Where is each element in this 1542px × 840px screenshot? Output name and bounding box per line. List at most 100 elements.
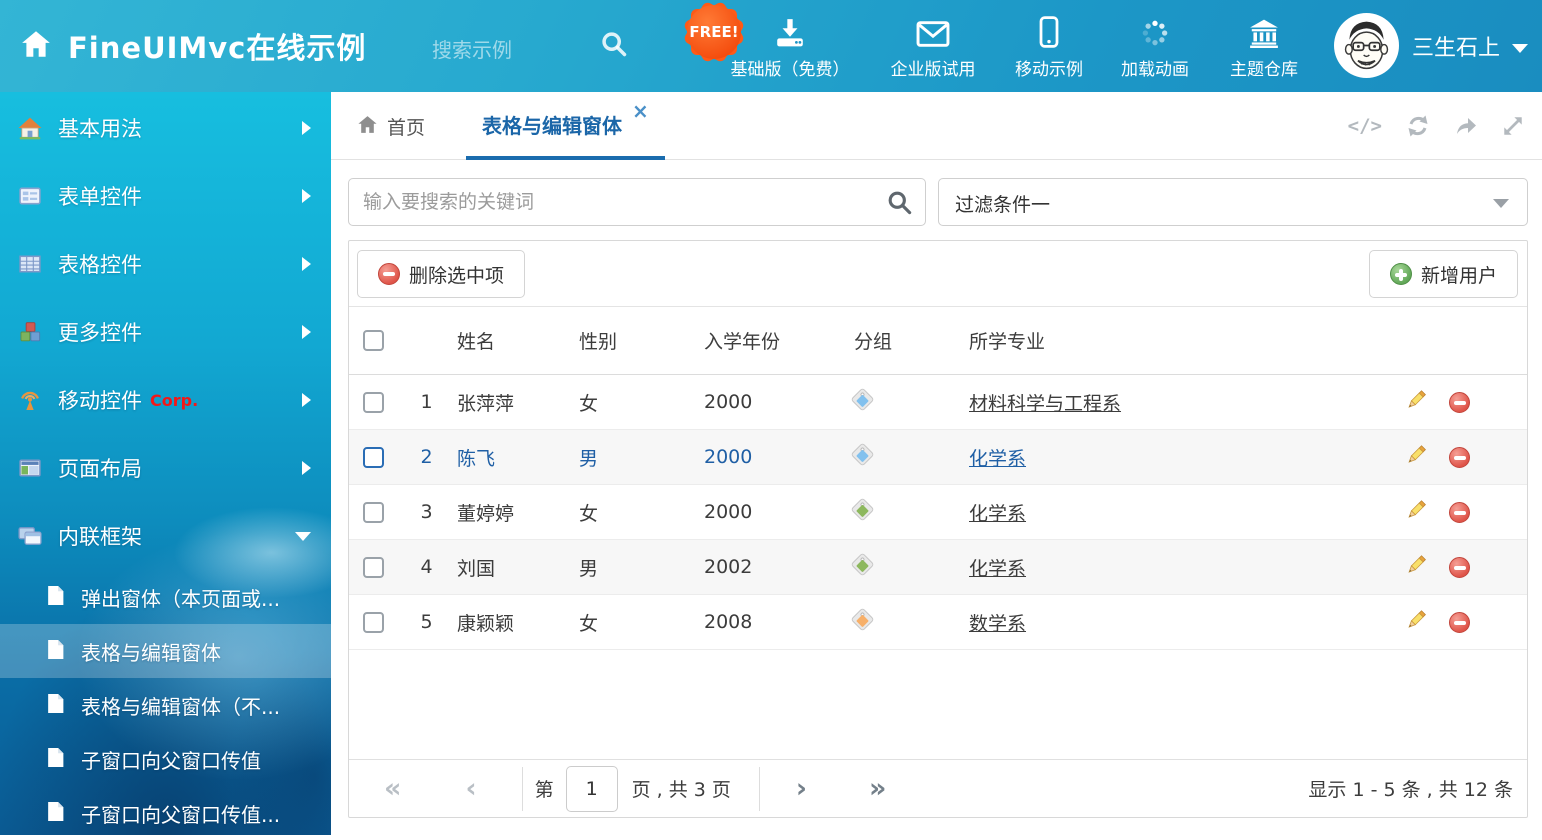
cell-year: 2000 bbox=[691, 391, 841, 413]
sidebar-item-label: 表单控件 bbox=[58, 181, 142, 211]
row-checkbox[interactable] bbox=[363, 557, 384, 578]
major-link[interactable]: 数学系 bbox=[969, 613, 1026, 635]
nav-theme-repo[interactable]: 主题仓库 bbox=[1184, 16, 1344, 80]
document-icon bbox=[46, 747, 65, 772]
home-icon[interactable] bbox=[20, 28, 52, 64]
nav-label: 加载动画 bbox=[1121, 55, 1189, 80]
row-checkbox[interactable] bbox=[363, 502, 384, 523]
document-icon bbox=[46, 585, 65, 610]
next-page-button[interactable]: › bbox=[796, 775, 807, 802]
user-avatar[interactable] bbox=[1334, 13, 1399, 78]
row-checkbox[interactable] bbox=[363, 392, 384, 413]
sidebar-item-form-controls[interactable]: 表单控件 bbox=[0, 162, 331, 230]
delete-selected-button[interactable]: 删除选中项 bbox=[357, 250, 525, 298]
sidebar-subitem-grid-edit-window[interactable]: 表格与编辑窗体 bbox=[0, 624, 331, 678]
cubes-icon bbox=[18, 321, 42, 343]
sidebar-item-label: 更多控件 bbox=[58, 317, 142, 347]
table-row[interactable]: 4 刘国 男 2002 化学系 bbox=[349, 540, 1527, 595]
edit-icon[interactable] bbox=[1405, 444, 1427, 471]
sidebar-item-mobile-controls[interactable]: 移动控件 Corp. bbox=[0, 366, 331, 434]
document-icon bbox=[46, 693, 65, 718]
table-header-row: 姓名 性别 入学年份 分组 所学专业 bbox=[349, 307, 1527, 375]
edit-icon[interactable] bbox=[1405, 609, 1427, 636]
house-icon bbox=[18, 116, 42, 140]
sidebar-item-label: 表格控件 bbox=[58, 249, 142, 279]
delete-icon[interactable] bbox=[1449, 612, 1470, 633]
expand-icon[interactable] bbox=[1502, 115, 1524, 137]
sidebar-item-iframe[interactable]: 内联框架 bbox=[0, 502, 331, 570]
record-count-summary: 显示 1 - 5 条 , 共 12 条 bbox=[1308, 775, 1513, 802]
sidebar-subitem-label: 子窗口向父窗口传值... bbox=[81, 799, 280, 828]
username: 三生石上 bbox=[1412, 30, 1500, 62]
user-menu[interactable]: 三生石上 bbox=[1412, 0, 1528, 92]
page-label-prefix: 第 bbox=[535, 775, 554, 802]
major-link[interactable]: 材料科学与工程系 bbox=[969, 393, 1121, 415]
corp-badge: Corp. bbox=[150, 391, 198, 410]
envelope-icon bbox=[916, 16, 950, 48]
edit-icon[interactable] bbox=[1405, 554, 1427, 581]
edit-icon[interactable] bbox=[1405, 499, 1427, 526]
tag-icon bbox=[850, 442, 874, 466]
delete-icon[interactable] bbox=[1449, 447, 1470, 468]
last-page-button[interactable]: » bbox=[869, 775, 884, 802]
header-search-icon[interactable] bbox=[600, 30, 628, 62]
table-row[interactable]: 3 董婷婷 女 2000 化学系 bbox=[349, 485, 1527, 540]
major-link[interactable]: 化学系 bbox=[969, 503, 1026, 525]
sidebar-subitem-grid-edit-window-2[interactable]: 表格与编辑窗体（不... bbox=[0, 678, 331, 732]
major-link[interactable]: 化学系 bbox=[969, 558, 1026, 580]
filter-dropdown[interactable]: 过滤条件一 bbox=[938, 178, 1528, 226]
major-link[interactable]: 化学系 bbox=[969, 448, 1026, 470]
page-number-input[interactable] bbox=[566, 766, 618, 812]
minus-circle-icon bbox=[378, 263, 400, 285]
cell-year: 2008 bbox=[691, 611, 841, 633]
cell-gender: 女 bbox=[566, 389, 691, 416]
delete-icon[interactable] bbox=[1449, 392, 1470, 413]
add-user-button[interactable]: 新增用户 bbox=[1369, 250, 1518, 298]
sidebar-item-basic-usage[interactable]: 基本用法 bbox=[0, 94, 331, 162]
delete-icon[interactable] bbox=[1449, 502, 1470, 523]
edit-icon[interactable] bbox=[1405, 389, 1427, 416]
table-row[interactable]: 5 康颖颖 女 2008 数学系 bbox=[349, 595, 1527, 650]
sidebar-item-page-layout[interactable]: 页面布局 bbox=[0, 434, 331, 502]
tab-tools: </> bbox=[1348, 92, 1524, 160]
keyword-search-input[interactable] bbox=[363, 179, 883, 225]
chevron-down-icon bbox=[1493, 199, 1509, 208]
top-header: FineUIMvc在线示例 搜索示例 FREE! 基础版（免费） 企业版试用 移… bbox=[0, 0, 1542, 92]
view-source-icon[interactable]: </> bbox=[1348, 115, 1382, 137]
share-icon[interactable] bbox=[1454, 114, 1478, 138]
row-number: 2 bbox=[409, 446, 444, 468]
sidebar-subitem-child-to-parent-2[interactable]: 子窗口向父窗口传值... bbox=[0, 786, 331, 840]
column-header-gender: 性别 bbox=[566, 327, 691, 354]
select-all-checkbox[interactable] bbox=[363, 330, 384, 351]
header-search-input[interactable]: 搜索示例 bbox=[432, 34, 512, 63]
cell-name: 刘国 bbox=[444, 554, 566, 581]
sidebar-subitem-popup-window[interactable]: 弹出窗体（本页面或... bbox=[0, 570, 331, 624]
sidebar-item-label: 页面布局 bbox=[58, 453, 142, 483]
divider bbox=[522, 767, 523, 811]
sidebar-item-grid-controls[interactable]: 表格控件 bbox=[0, 230, 331, 298]
sidebar-item-more-controls[interactable]: 更多控件 bbox=[0, 298, 331, 366]
table-row-selected[interactable]: 2 陈飞 男 2000 化学系 bbox=[349, 430, 1527, 485]
tab-close-icon[interactable]: × bbox=[632, 101, 649, 121]
sidebar-subitem-child-to-parent[interactable]: 子窗口向父窗口传值 bbox=[0, 732, 331, 786]
tab-home[interactable]: 首页 bbox=[357, 92, 425, 160]
prev-page-button[interactable]: ‹ bbox=[465, 775, 476, 802]
nav-label: 企业版试用 bbox=[891, 55, 976, 80]
cell-name: 康颖颖 bbox=[444, 609, 566, 636]
pagination-bar: « ‹ 第 页 , 共 3 页 › » 显示 1 - 5 条 , 共 12 条 bbox=[349, 759, 1527, 817]
home-tab-icon bbox=[357, 114, 378, 139]
search-icon[interactable] bbox=[886, 189, 913, 220]
row-number: 3 bbox=[409, 501, 444, 523]
row-checkbox[interactable] bbox=[363, 447, 384, 468]
document-icon bbox=[46, 801, 65, 826]
nav-basic-download[interactable]: 基础版（免费） bbox=[710, 16, 870, 80]
tab-grid-edit-window[interactable]: 表格与编辑窗体 × bbox=[466, 92, 665, 160]
table-row[interactable]: 1 张萍萍 女 2000 材料科学与工程系 bbox=[349, 375, 1527, 430]
download-icon bbox=[774, 16, 806, 48]
row-checkbox[interactable] bbox=[363, 612, 384, 633]
first-page-button[interactable]: « bbox=[384, 775, 401, 802]
sidebar-item-label: 基本用法 bbox=[58, 113, 142, 143]
delete-icon[interactable] bbox=[1449, 557, 1470, 578]
refresh-icon[interactable] bbox=[1406, 114, 1430, 138]
document-icon bbox=[46, 639, 65, 664]
